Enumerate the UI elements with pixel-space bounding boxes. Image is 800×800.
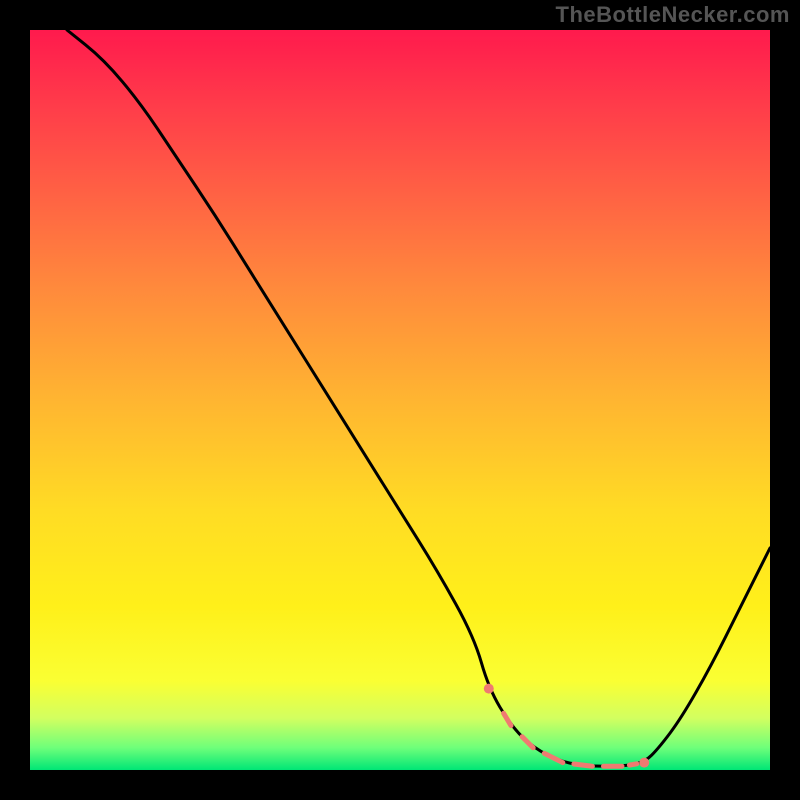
- gradient-background: [30, 30, 770, 770]
- watermark-text: TheBottleNecker.com: [556, 2, 790, 28]
- plot-area: [30, 30, 770, 770]
- chart-container: TheBottleNecker.com: [0, 0, 800, 800]
